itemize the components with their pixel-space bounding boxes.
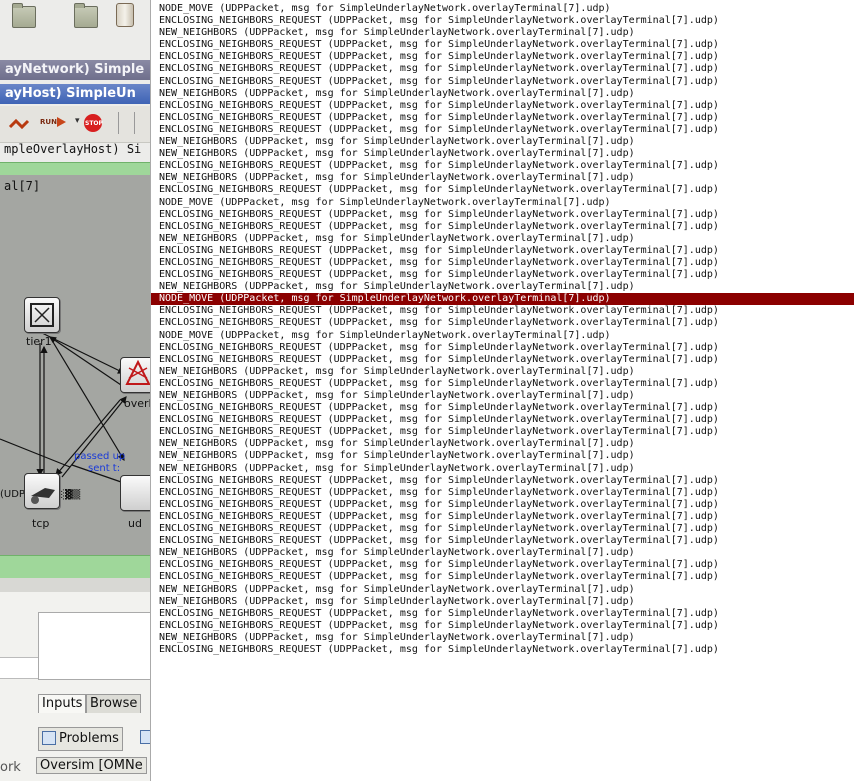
tier1-label: tier1 xyxy=(26,335,52,348)
wheelbarrow-icon xyxy=(31,488,55,504)
log-row[interactable]: NODE_MOVE (UDPPacket, msg for SimpleUnde… xyxy=(151,197,854,209)
log-row[interactable]: NEW_NEIGHBORS (UDPPacket, msg for Simple… xyxy=(151,390,854,402)
overlay-icon xyxy=(125,359,150,385)
log-row[interactable]: ENCLOSING_NEIGHBORS_REQUEST (UDPPacket, … xyxy=(151,499,854,511)
puzzle-icon xyxy=(30,303,54,327)
log-row[interactable]: ENCLOSING_NEIGHBORS_REQUEST (UDPPacket, … xyxy=(151,305,854,317)
log-row[interactable]: ENCLOSING_NEIGHBORS_REQUEST (UDPPacket, … xyxy=(151,184,854,196)
log-row[interactable]: NEW_NEIGHBORS (UDPPacket, msg for Simple… xyxy=(151,450,854,462)
problems-icon xyxy=(42,731,56,745)
log-row[interactable]: ENCLOSING_NEIGHBORS_REQUEST (UDPPacket, … xyxy=(151,160,854,172)
log-row[interactable]: ENCLOSING_NEIGHBORS_REQUEST (UDPPacket, … xyxy=(151,535,854,547)
status-strip xyxy=(0,555,150,579)
log-row[interactable]: ENCLOSING_NEIGHBORS_REQUEST (UDPPacket, … xyxy=(151,100,854,112)
log-row[interactable]: ENCLOSING_NEIGHBORS_REQUEST (UDPPacket, … xyxy=(151,426,854,438)
log-row[interactable]: ENCLOSING_NEIGHBORS_REQUEST (UDPPacket, … xyxy=(151,209,854,221)
log-row[interactable]: ENCLOSING_NEIGHBORS_REQUEST (UDPPacket, … xyxy=(151,257,854,269)
tier1-node[interactable] xyxy=(24,297,60,333)
tcp-node[interactable] xyxy=(24,473,60,509)
log-row[interactable]: ENCLOSING_NEIGHBORS_REQUEST (UDPPacket, … xyxy=(151,559,854,571)
log-row[interactable]: NEW_NEIGHBORS (UDPPacket, msg for Simple… xyxy=(151,172,854,184)
log-row[interactable]: ENCLOSING_NEIGHBORS_REQUEST (UDPPacket, … xyxy=(151,51,854,63)
log-row[interactable]: NEW_NEIGHBORS (UDPPacket, msg for Simple… xyxy=(151,148,854,160)
log-row[interactable]: NODE_MOVE (UDPPacket, msg for SimpleUnde… xyxy=(151,330,854,342)
host-window-title[interactable]: ayHost) SimpleUn xyxy=(0,84,150,104)
log-row[interactable]: NEW_NEIGHBORS (UDPPacket, msg for Simple… xyxy=(151,584,854,596)
log-row[interactable]: ENCLOSING_NEIGHBORS_REQUEST (UDPPacket, … xyxy=(151,342,854,354)
log-row[interactable]: ENCLOSING_NEIGHBORS_REQUEST (UDPPacket, … xyxy=(151,354,854,366)
log-row[interactable]: NEW_NEIGHBORS (UDPPacket, msg for Simple… xyxy=(151,547,854,559)
background-window: ayNetwork) Simple ayHost) SimpleUn RUN ▾… xyxy=(0,0,150,781)
folder-icon[interactable] xyxy=(74,3,98,28)
log-row-selected[interactable]: NODE_MOVE (UDPPacket, msg for SimpleUnde… xyxy=(151,293,854,306)
network-canvas[interactable]: al[7] tier1 overl passed up sent t: tcp … xyxy=(0,175,150,555)
taskbar-text: ork xyxy=(0,760,21,775)
stop-icon[interactable]: STOP xyxy=(84,114,103,132)
log-row[interactable]: ENCLOSING_NEIGHBORS_REQUEST (UDPPacket, … xyxy=(151,487,854,499)
tcp-label: tcp xyxy=(32,517,50,530)
overlay-label: overl xyxy=(124,397,150,410)
passed-up-label: passed up xyxy=(74,451,126,462)
run-icon[interactable] xyxy=(55,116,67,128)
tab-problems-label: Problems xyxy=(59,731,119,746)
log-row[interactable]: ENCLOSING_NEIGHBORS_REQUEST (UDPPacket, … xyxy=(151,414,854,426)
toolbar-separator xyxy=(118,112,119,134)
log-row[interactable]: NEW_NEIGHBORS (UDPPacket, msg for Simple… xyxy=(151,233,854,245)
sent-label: sent t: xyxy=(88,463,121,474)
log-row[interactable]: ENCLOSING_NEIGHBORS_REQUEST (UDPPacket, … xyxy=(151,245,854,257)
log-row[interactable]: NEW_NEIGHBORS (UDPPacket, msg for Simple… xyxy=(151,281,854,293)
log-row[interactable]: ENCLOSING_NEIGHBORS_REQUEST (UDPPacket, … xyxy=(151,76,854,88)
log-row[interactable]: NEW_NEIGHBORS (UDPPacket, msg for Simple… xyxy=(151,366,854,378)
log-row[interactable]: ENCLOSING_NEIGHBORS_REQUEST (UDPPacket, … xyxy=(151,523,854,535)
dropdown-icon[interactable]: ▾ xyxy=(75,116,80,126)
log-row[interactable]: NEW_NEIGHBORS (UDPPacket, msg for Simple… xyxy=(151,27,854,39)
log-row[interactable]: NEW_NEIGHBORS (UDPPacket, msg for Simple… xyxy=(151,596,854,608)
message-list: NODE_MOVE (UDPPacket, msg for SimpleUnde… xyxy=(151,3,854,656)
run-toolbar: RUN ▾ STOP xyxy=(0,106,150,143)
tab-problems[interactable]: Problems xyxy=(38,727,123,751)
step-icon[interactable] xyxy=(8,118,32,130)
log-row[interactable]: ENCLOSING_NEIGHBORS_REQUEST (UDPPacket, … xyxy=(151,644,854,656)
log-row[interactable]: ENCLOSING_NEIGHBORS_REQUEST (UDPPacket, … xyxy=(151,571,854,583)
log-row[interactable]: ENCLOSING_NEIGHBORS_REQUEST (UDPPacket, … xyxy=(151,269,854,281)
log-row[interactable]: ENCLOSING_NEIGHBORS_REQUEST (UDPPacket, … xyxy=(151,112,854,124)
log-row[interactable]: ENCLOSING_NEIGHBORS_REQUEST (UDPPacket, … xyxy=(151,317,854,329)
scrollbar[interactable] xyxy=(0,578,150,593)
log-row[interactable]: ENCLOSING_NEIGHBORS_REQUEST (UDPPacket, … xyxy=(151,620,854,632)
log-row[interactable]: NEW_NEIGHBORS (UDPPacket, msg for Simple… xyxy=(151,136,854,148)
log-row[interactable]: ENCLOSING_NEIGHBORS_REQUEST (UDPPacket, … xyxy=(151,608,854,620)
log-row[interactable]: NEW_NEIGHBORS (UDPPacket, msg for Simple… xyxy=(151,632,854,644)
jar-icon[interactable] xyxy=(116,3,134,27)
log-row[interactable]: ENCLOSING_NEIGHBORS_REQUEST (UDPPacket, … xyxy=(151,511,854,523)
log-row[interactable]: ENCLOSING_NEIGHBORS_REQUEST (UDPPacket, … xyxy=(151,402,854,414)
log-row[interactable]: NEW_NEIGHBORS (UDPPacket, msg for Simple… xyxy=(151,438,854,450)
log-row[interactable]: ENCLOSING_NEIGHBORS_REQUEST (UDPPacket, … xyxy=(151,15,854,27)
log-row[interactable]: NEW_NEIGHBORS (UDPPacket, msg for Simple… xyxy=(151,463,854,475)
tab-browse[interactable]: Browse xyxy=(86,694,142,713)
udp-node[interactable] xyxy=(120,475,150,511)
log-row[interactable]: ENCLOSING_NEIGHBORS_REQUEST (UDPPacket, … xyxy=(151,63,854,75)
udp-label: ud xyxy=(128,517,142,530)
network-window-title[interactable]: ayNetwork) Simple xyxy=(0,60,150,80)
input-area[interactable] xyxy=(38,612,150,680)
log-row[interactable]: NODE_MOVE (UDPPacket, msg for SimpleUnde… xyxy=(151,3,854,15)
view-icon[interactable] xyxy=(140,730,150,744)
status-strip xyxy=(0,162,150,176)
log-row[interactable]: ENCLOSING_NEIGHBORS_REQUEST (UDPPacket, … xyxy=(151,378,854,390)
overlay-node[interactable] xyxy=(120,357,150,393)
log-row[interactable]: NEW_NEIGHBORS (UDPPacket, msg for Simple… xyxy=(151,88,854,100)
folder-icon[interactable] xyxy=(12,3,36,28)
taskbar-oversim-button[interactable]: Oversim [OMNe xyxy=(36,757,147,774)
panel-divider xyxy=(0,657,38,679)
log-row[interactable]: ENCLOSING_NEIGHBORS_REQUEST (UDPPacket, … xyxy=(151,221,854,233)
toolbar-separator xyxy=(134,112,135,134)
bottom-panel: Inputs Browse Problems ork Oversim [OMNe xyxy=(0,592,150,781)
tab-inputs[interactable]: Inputs xyxy=(38,694,87,713)
module-path: mpleOverlayHost) Si xyxy=(4,142,142,156)
log-row[interactable]: ENCLOSING_NEIGHBORS_REQUEST (UDPPacket, … xyxy=(151,39,854,51)
log-row[interactable]: ENCLOSING_NEIGHBORS_REQUEST (UDPPacket, … xyxy=(151,124,854,136)
log-row[interactable]: ENCLOSING_NEIGHBORS_REQUEST (UDPPacket, … xyxy=(151,475,854,487)
message-log[interactable]: NODE_MOVE (UDPPacket, msg for SimpleUnde… xyxy=(150,0,854,781)
